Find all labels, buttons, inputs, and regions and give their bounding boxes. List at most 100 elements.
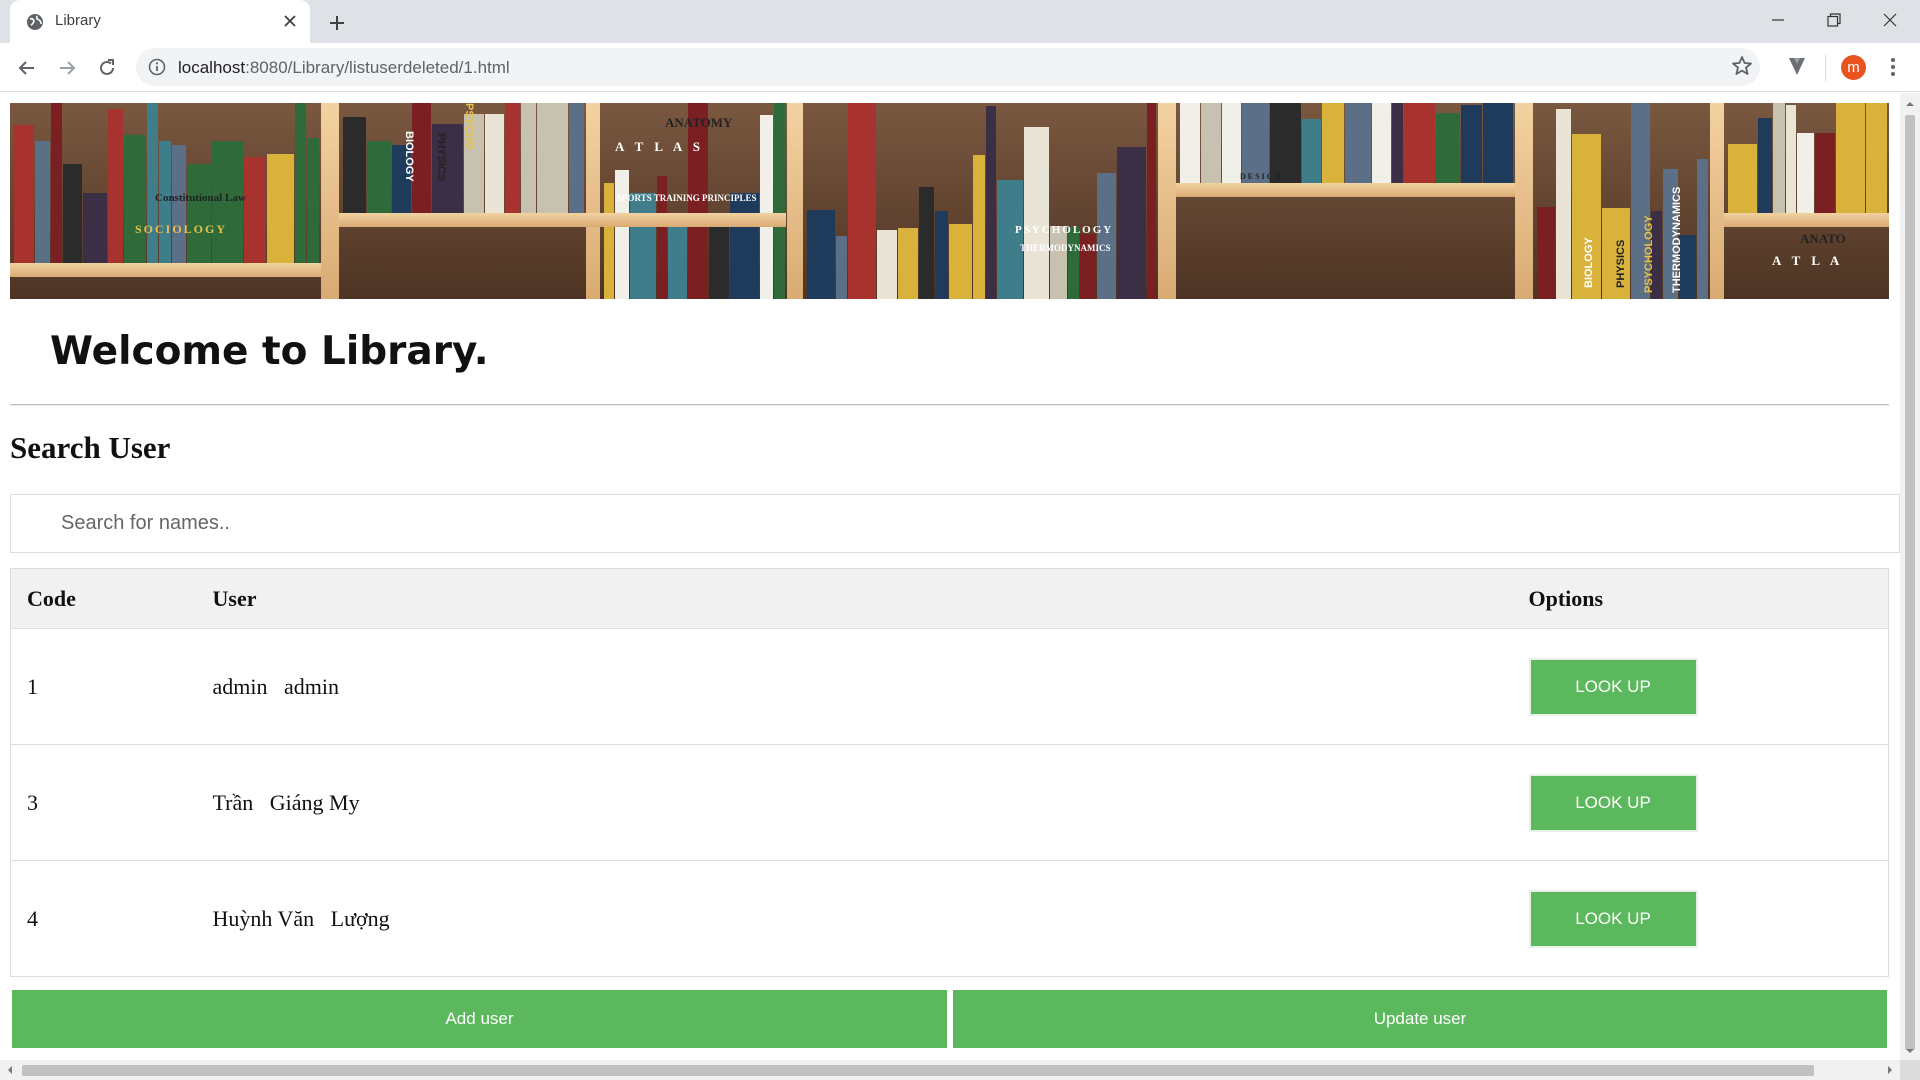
banner-book-spine <box>1024 127 1049 299</box>
banner-book-spine <box>1866 103 1887 213</box>
banner-book-spine <box>1068 227 1079 299</box>
extension-icon[interactable] <box>1786 55 1808 77</box>
header-user: User <box>196 568 1513 629</box>
scroll-left-arrow-icon[interactable] <box>4 1064 16 1076</box>
scroll-down-arrow-icon[interactable] <box>1904 1045 1916 1057</box>
banner-book-spine <box>1728 144 1757 213</box>
banner-book-spine <box>730 193 759 299</box>
header-code: Code <box>10 568 197 629</box>
banner-book-spine <box>1836 103 1865 213</box>
avatar[interactable]: m <box>1841 55 1866 80</box>
banner-book-spine <box>973 155 985 299</box>
table-header-row: Code User Options <box>10 568 1889 629</box>
url-text[interactable]: localhost:8080/Library/listuserdeleted/1… <box>178 58 510 78</box>
window-close-icon[interactable] <box>1862 0 1918 40</box>
kebab-menu-icon[interactable] <box>1882 56 1904 78</box>
toolbar-separator <box>1825 55 1826 81</box>
banner-book-spine <box>1537 207 1555 299</box>
horizontal-scrollbar[interactable] <box>0 1060 1900 1080</box>
banner-book-spine <box>172 145 186 263</box>
cell-user: admin admin <box>196 628 1513 745</box>
banner-book-label: PHYSICS <box>1615 240 1627 288</box>
forward-icon[interactable] <box>52 53 82 83</box>
star-icon[interactable] <box>1730 54 1754 78</box>
banner-book-spine <box>1436 113 1460 183</box>
cell-options: LOOK UP <box>1512 628 1889 745</box>
banner-book-spine <box>1556 109 1571 299</box>
banner-book-spine <box>1345 103 1371 183</box>
banner-book-spine <box>807 210 835 299</box>
cell-code: 3 <box>10 744 197 861</box>
banner-book-spine <box>367 141 391 213</box>
banner-book-spine <box>760 115 773 299</box>
banner-book-label: DESIGN <box>1240 172 1283 181</box>
banner-book-spine <box>949 224 972 299</box>
banner-book-spine <box>1322 103 1344 183</box>
search-section-title: Search User <box>10 430 171 465</box>
banner-book-label: PSYCHOLOGY <box>1015 224 1113 236</box>
banner-book-spine <box>343 117 366 213</box>
banner-book-spine <box>1786 105 1796 213</box>
banner-book-spine <box>108 109 123 263</box>
banner-book-spine <box>1097 173 1116 299</box>
banner-book-spine <box>1697 159 1708 299</box>
banner-book-spine <box>1302 119 1321 183</box>
reload-icon[interactable] <box>92 53 122 83</box>
banner-book-label: A T L A <box>1772 253 1843 268</box>
search-input[interactable] <box>10 494 1900 553</box>
banner-book-spine <box>1270 103 1301 183</box>
banner-book-spine <box>295 103 306 263</box>
scrollbar-corner <box>1900 1060 1920 1080</box>
horizontal-scroll-thumb[interactable] <box>22 1065 1814 1076</box>
banner-book-spine <box>1392 103 1403 183</box>
minimize-icon[interactable] <box>1750 0 1806 40</box>
banner-book-spine <box>604 183 614 299</box>
update-user-button[interactable]: Update user <box>953 990 1887 1048</box>
back-icon[interactable] <box>12 53 42 83</box>
cell-user: Huỳnh Văn Lượng <box>196 860 1513 977</box>
look-up-button[interactable]: LOOK UP <box>1528 889 1698 948</box>
banner-book-spine <box>1758 118 1772 213</box>
banner-book-spine <box>986 106 996 299</box>
banner-book-spine <box>1117 147 1146 299</box>
look-up-button[interactable]: LOOK UP <box>1528 773 1698 832</box>
vertical-scroll-thumb[interactable] <box>1905 115 1915 1050</box>
banner-book-spine <box>51 103 62 263</box>
banner-book-spine <box>307 138 319 263</box>
tab-strip: Library <box>0 0 1920 43</box>
banner-book-spine <box>848 103 876 299</box>
banner-book-spine <box>919 187 934 299</box>
banner-book-spine <box>1180 103 1200 183</box>
scroll-right-arrow-icon[interactable] <box>1884 1064 1896 1076</box>
browser-tab[interactable]: Library <box>10 0 310 43</box>
header-options: Options <box>1512 568 1889 629</box>
banner-book-spine <box>1242 103 1269 183</box>
close-icon[interactable] <box>280 11 300 31</box>
look-up-button[interactable]: LOOK UP <box>1528 657 1698 716</box>
banner-book-spine <box>521 103 536 213</box>
divider <box>10 404 1889 406</box>
tab-title: Library <box>55 12 101 29</box>
scroll-up-arrow-icon[interactable] <box>1904 98 1916 110</box>
banner-book-spine <box>997 180 1023 299</box>
plus-icon[interactable] <box>324 10 350 36</box>
cell-code: 1 <box>10 628 197 745</box>
banner-book-spine <box>1372 103 1391 183</box>
globe-icon <box>27 14 43 30</box>
add-user-button[interactable]: Add user <box>12 990 947 1048</box>
table-row: 4 Huỳnh Văn Lượng LOOK UP <box>10 860 1889 977</box>
banner-book-label: PSYCHOLOGY <box>1643 215 1655 293</box>
users-table: Code User Options 1 admin admin LOOK UP … <box>10 568 1889 977</box>
info-icon[interactable] <box>148 58 166 76</box>
banner-book-spine <box>877 230 897 299</box>
banner-book-spine <box>836 236 847 299</box>
address-bar[interactable]: localhost:8080/Library/listuserdeleted/1… <box>136 48 1760 86</box>
vertical-scrollbar[interactable] <box>1900 93 1920 1060</box>
banner-book-spine <box>537 103 568 213</box>
cell-code: 4 <box>10 860 197 977</box>
table-row: 1 admin admin LOOK UP <box>10 628 1889 745</box>
banner-book-spine <box>615 170 629 299</box>
cell-options: LOOK UP <box>1512 744 1889 861</box>
page-viewport: Constitutional Law SOCIOLOGY ANATOMY A T… <box>0 93 1900 1060</box>
restore-icon[interactable] <box>1806 0 1862 40</box>
